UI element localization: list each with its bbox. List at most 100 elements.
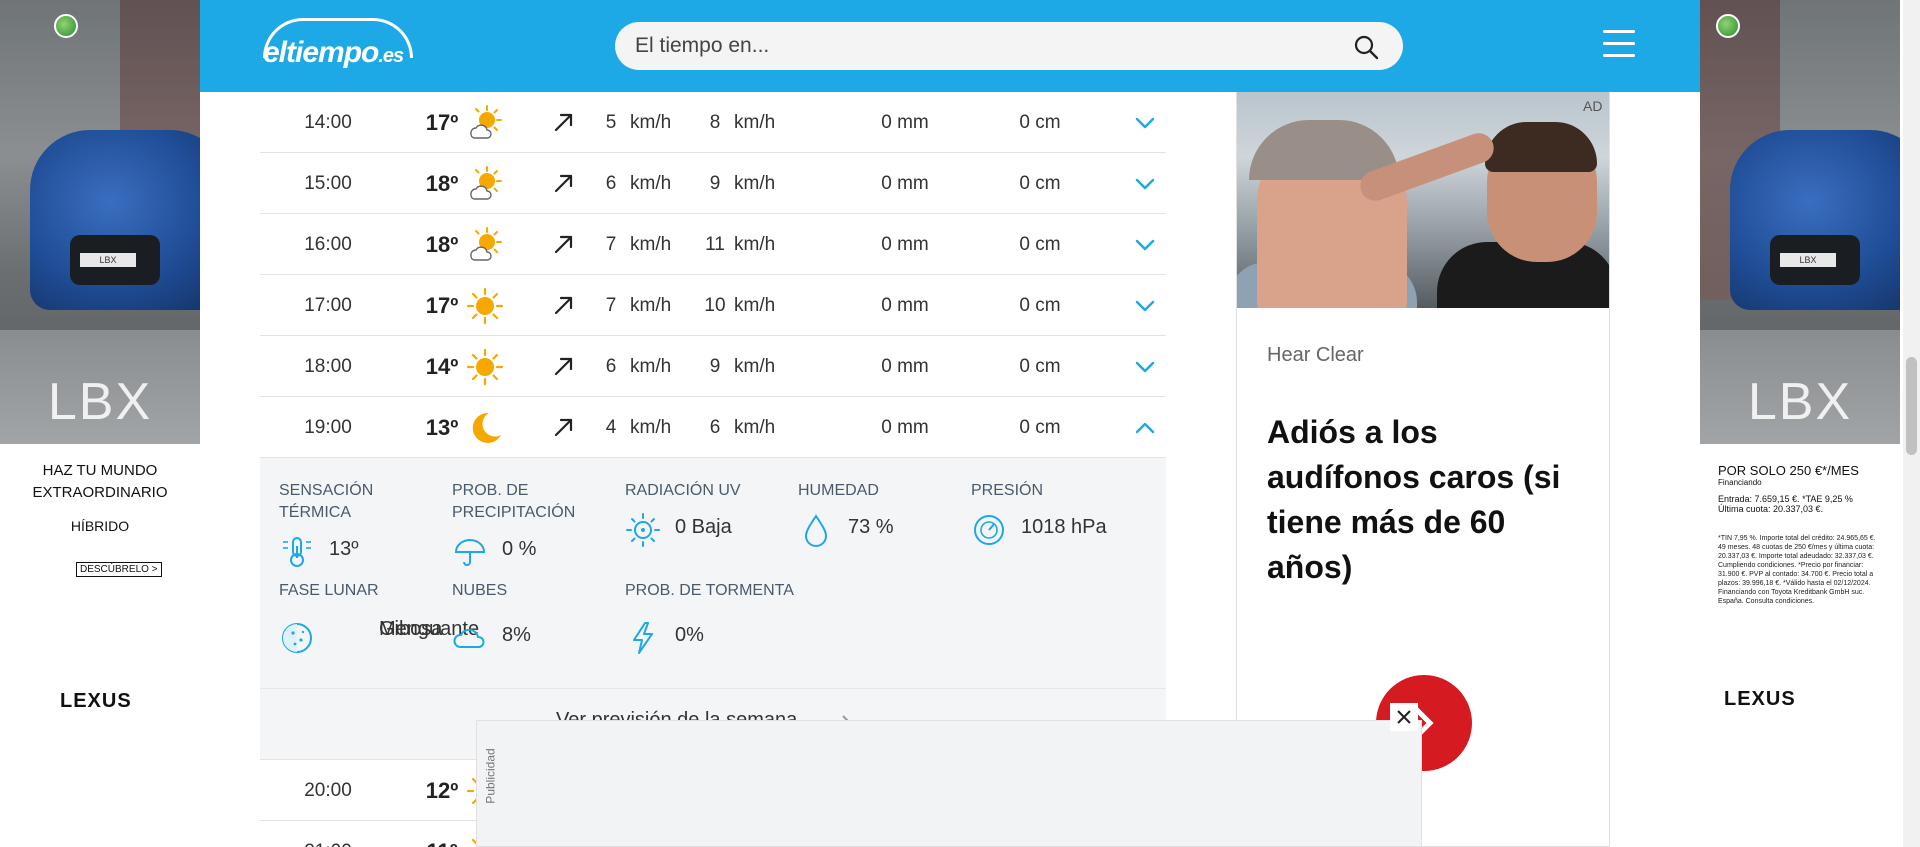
gust-speed: 9 xyxy=(709,356,721,377)
row-rain: 0 mm xyxy=(881,234,929,255)
row-gust: 11 km/h xyxy=(704,214,824,275)
row-rain: 0 mm xyxy=(881,356,929,377)
left-skin-ad[interactable]: LBX LBX HAZ TU MUNDO EXTRAORDINARIO HÍBR… xyxy=(0,0,200,847)
fine-print: *TIN 7,95 %. Importe total del crédito: … xyxy=(1718,535,1876,605)
plate-label: LBX xyxy=(1780,253,1836,267)
row-rain: 0 mm xyxy=(881,173,929,194)
plate-label: LBX xyxy=(80,253,136,267)
chevron-down-icon[interactable] xyxy=(1132,171,1158,197)
row-temperature: 12º xyxy=(425,778,459,803)
row-hour: 19:00 xyxy=(304,417,352,438)
gust-speed: 9 xyxy=(709,173,721,194)
search-input[interactable] xyxy=(635,32,1335,60)
umbrella-icon xyxy=(454,539,486,566)
site-header: eltiempo.es xyxy=(200,0,1700,92)
chevron-down-icon[interactable] xyxy=(1132,293,1158,319)
chevron-down-icon[interactable] xyxy=(1132,110,1158,136)
hourly-row[interactable]: 14:00 17º 5 km/h 8 km/h 0 mm 0 cm xyxy=(260,92,1166,153)
humidity-label: HUMEDAD xyxy=(798,482,879,499)
hourly-row[interactable]: 18:00 14º 6 km/h 9 km/h 0 mm 0 cm xyxy=(260,336,1166,397)
row-snow: 0 cm xyxy=(1019,234,1061,255)
car-photo: LBX LBX xyxy=(0,0,200,444)
row-temperature: 14º xyxy=(425,354,459,379)
row-gust: 10 km/h xyxy=(704,275,824,336)
feels-like-value: 13º xyxy=(329,538,359,560)
model-name: LBX xyxy=(1747,373,1853,431)
ad-brand[interactable]: Hear Clear xyxy=(1267,344,1364,367)
wind-direction-icon xyxy=(552,171,576,195)
drop-icon xyxy=(804,514,828,547)
eco-label-icon xyxy=(54,14,78,38)
chevron-up-icon[interactable] xyxy=(1132,415,1158,441)
pressure-cell: PRESIÓN 1018 hPa xyxy=(971,480,1141,545)
chevron-down-icon[interactable] xyxy=(1132,232,1158,258)
hourly-row[interactable]: 15:00 18º 6 km/h 9 km/h 0 mm 0 cm xyxy=(260,153,1166,214)
humidity-value: 73 % xyxy=(848,516,894,538)
row-rain: 0 mm xyxy=(881,295,929,316)
skin-price: POR SOLO 250 €*/MES Financiando Entrada:… xyxy=(1718,463,1888,514)
row-snow: 0 cm xyxy=(1019,417,1061,438)
storm-prob-value: 0% xyxy=(675,624,704,646)
hourly-row[interactable]: 17:00 17º 7 km/h 10 km/h 0 mm 0 cm xyxy=(260,275,1166,336)
row-temperature: 17º xyxy=(425,110,459,135)
wind-unit: km/h xyxy=(630,234,672,255)
row-hour: 14:00 xyxy=(304,112,352,133)
row-rain: 0 mm xyxy=(881,112,929,133)
sun-icon xyxy=(465,347,505,387)
sun-icon xyxy=(465,286,505,326)
wind-unit: km/h xyxy=(630,112,672,133)
discover-button[interactable]: DESCÚBRELO > xyxy=(76,562,162,577)
gust-speed: 8 xyxy=(709,112,721,133)
row-snow: 0 cm xyxy=(1019,112,1061,133)
wind-direction-icon xyxy=(552,232,576,256)
right-skin-ad[interactable]: LBX LBX POR SOLO 250 €*/MES Financiando … xyxy=(1700,0,1900,847)
uv-cell: RADIACIÓN UV 0 Baja xyxy=(625,480,795,547)
gust-unit: km/h xyxy=(734,234,776,255)
clouds-value: 8% xyxy=(502,624,531,646)
hourly-row[interactable]: 16:00 18º 7 km/h 11 km/h 0 mm 0 cm xyxy=(260,214,1166,275)
wind-direction-icon xyxy=(552,354,576,378)
model-name: LBX xyxy=(47,373,153,431)
wind-direction-icon xyxy=(552,293,576,317)
site-logo[interactable]: eltiempo.es xyxy=(263,16,443,76)
search-icon[interactable] xyxy=(1353,34,1379,60)
row-gust: 6 km/h xyxy=(704,397,824,458)
pressure-label: PRESIÓN xyxy=(971,482,1044,499)
page-scrollbar[interactable] xyxy=(1903,0,1920,847)
clouds-cell: NUBES 8% xyxy=(452,580,622,652)
wind-unit: km/h xyxy=(630,417,672,438)
gust-speed: 11 xyxy=(705,234,725,255)
row-temperature: 18º xyxy=(425,171,459,196)
wind-speed: 7 xyxy=(605,234,617,255)
moon-phase-icon xyxy=(282,623,312,653)
hourly-row[interactable]: 19:00 13º 4 km/h 6 km/h 0 mm 0 cm xyxy=(260,397,1166,458)
skin-slogan: HAZ TU MUNDO EXTRAORDINARIO xyxy=(32,462,168,501)
precip-prob-label: PROB. DE PRECIPITACIÓN xyxy=(452,482,576,521)
page-root: LBX LBX HAZ TU MUNDO EXTRAORDINARIO HÍBR… xyxy=(0,0,1920,847)
uv-label: RADIACIÓN UV xyxy=(625,482,741,499)
lightning-icon xyxy=(633,622,653,654)
row-wind: 7 km/h xyxy=(600,275,700,336)
wind-speed: 5 xyxy=(605,112,617,133)
scrollbar-thumb[interactable] xyxy=(1906,357,1917,455)
close-icon xyxy=(1397,710,1411,724)
gust-speed: 10 xyxy=(704,295,726,316)
lexus-logo: LEXUS xyxy=(60,690,132,712)
precip-prob-value: 0 % xyxy=(502,538,537,560)
hamburger-menu-icon[interactable] xyxy=(1603,30,1635,58)
wind-speed: 4 xyxy=(605,417,617,438)
logo-tld: .es xyxy=(378,45,404,67)
logo-main: eltiempo xyxy=(263,36,379,69)
ad-title[interactable]: Adiós a los audífonos caros (si tiene má… xyxy=(1267,410,1587,590)
row-temperature: 11º xyxy=(420,821,464,847)
thermometer-icon xyxy=(283,537,311,567)
gust-unit: km/h xyxy=(734,173,776,194)
ad-image xyxy=(1237,92,1609,308)
uv-value: 0 Baja xyxy=(675,516,732,538)
precip-prob-cell: PROB. DE PRECIPITACIÓN 0 % xyxy=(452,480,622,566)
chevron-down-icon[interactable] xyxy=(1132,354,1158,380)
row-wind: 6 km/h xyxy=(600,336,700,397)
gust-speed: 6 xyxy=(709,417,721,438)
close-ad-button[interactable] xyxy=(1390,703,1418,731)
sticky-ad-banner[interactable]: Publicidad xyxy=(476,720,1422,847)
